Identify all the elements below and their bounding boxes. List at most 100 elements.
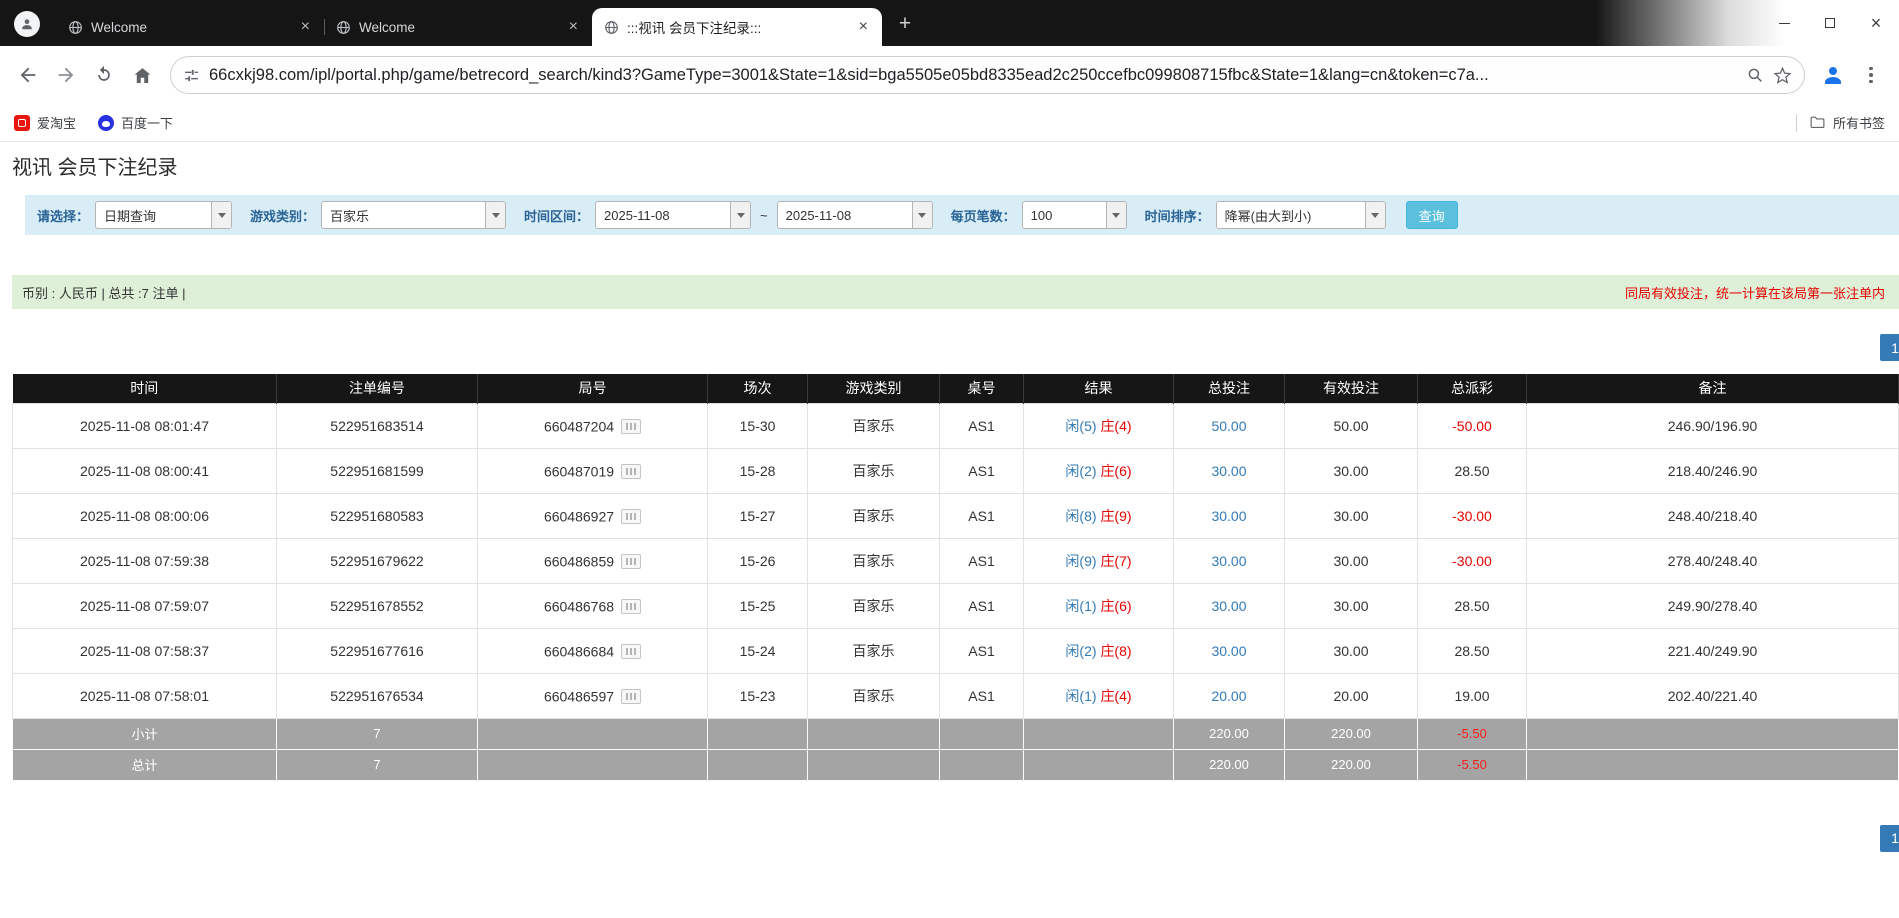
summary-cell: 7 xyxy=(277,749,478,780)
banker-result: 庄(6) xyxy=(1100,598,1131,614)
page-size-select[interactable]: 100 xyxy=(1022,201,1127,229)
forward-button[interactable] xyxy=(48,57,84,93)
player-result: 闲(5) xyxy=(1065,418,1096,434)
cell-session: 15-25 xyxy=(708,583,808,628)
cell-table-no: AS1 xyxy=(940,583,1024,628)
taobao-favicon xyxy=(14,115,30,131)
close-button[interactable]: × xyxy=(1853,0,1899,46)
summary-cell xyxy=(940,718,1024,749)
banker-result: 庄(4) xyxy=(1100,418,1131,434)
all-bookmarks-label: 所有书签 xyxy=(1833,113,1885,132)
view-cards-icon[interactable] xyxy=(621,644,641,659)
date-range-label: 时间区间： xyxy=(524,206,589,225)
query-mode-select[interactable]: 日期查询 xyxy=(95,201,232,229)
view-cards-icon[interactable] xyxy=(621,509,641,524)
site-settings-icon[interactable] xyxy=(183,67,200,84)
column-header: 总投注 xyxy=(1174,374,1285,403)
globe-favicon xyxy=(68,20,83,35)
window-controls: × xyxy=(1761,0,1899,46)
new-tab-button[interactable]: + xyxy=(890,9,920,39)
summary-cell xyxy=(478,718,708,749)
tab-close-icon[interactable]: × xyxy=(299,18,312,36)
bookmark-taobao[interactable]: 爱淘宝 xyxy=(14,113,76,132)
zoom-icon[interactable] xyxy=(1746,66,1764,84)
game-type-select[interactable]: 百家乐 xyxy=(321,201,506,229)
chevron-down-icon[interactable] xyxy=(211,202,231,228)
browser-tab-active[interactable]: :::视讯 会员下注纪录::: × xyxy=(592,8,882,46)
banker-result: 庄(7) xyxy=(1100,553,1131,569)
chevron-down-icon[interactable] xyxy=(485,202,505,228)
page-number-button[interactable]: 1 xyxy=(1880,334,1899,361)
chevron-down-icon[interactable] xyxy=(1365,202,1385,228)
cell-remark: 218.40/246.90 xyxy=(1527,448,1899,493)
tab-close-icon[interactable]: × xyxy=(567,18,580,36)
date-to-input[interactable]: 2025-11-08 xyxy=(777,201,933,229)
sort-value: 降幂(由大到小) xyxy=(1217,202,1365,228)
profile-avatar[interactable] xyxy=(14,11,40,37)
page-size-label: 每页笔数： xyxy=(951,206,1016,225)
bookmark-baidu[interactable]: 百度一下 xyxy=(98,113,173,132)
cell-game-type: 百家乐 xyxy=(808,493,940,538)
cell-bet-id: 522951680583 xyxy=(277,493,478,538)
view-cards-icon[interactable] xyxy=(621,464,641,479)
chevron-down-icon[interactable] xyxy=(912,202,932,228)
view-cards-icon[interactable] xyxy=(621,554,641,569)
cell-total-bet: 20.00 xyxy=(1174,673,1285,718)
cell-valid-bet: 30.00 xyxy=(1285,583,1418,628)
all-bookmarks-button[interactable]: 所有书签 xyxy=(1809,113,1885,132)
cell-valid-bet: 30.00 xyxy=(1285,628,1418,673)
cell-payout: -50.00 xyxy=(1418,403,1527,448)
round-id-value: 660486684 xyxy=(544,643,614,659)
browser-tab-1[interactable]: Welcome × xyxy=(56,8,324,46)
back-button[interactable] xyxy=(10,57,46,93)
cell-game-type: 百家乐 xyxy=(808,448,940,493)
cell-remark: 221.40/249.90 xyxy=(1527,628,1899,673)
summary-cell xyxy=(1024,718,1174,749)
close-icon: × xyxy=(1871,14,1882,32)
pagination-bottom: 1 xyxy=(12,825,1899,852)
cell-round-id: 660486597 xyxy=(478,673,708,718)
player-result: 闲(9) xyxy=(1065,553,1096,569)
cell-bet-id: 522951678552 xyxy=(277,583,478,628)
cell-round-id: 660487019 xyxy=(478,448,708,493)
cell-round-id: 660486859 xyxy=(478,538,708,583)
bet-record-row: 2025-11-08 07:59:38522951679622660486859… xyxy=(13,538,1899,583)
refresh-icon xyxy=(94,65,114,85)
browser-tab-2[interactable]: Welcome × xyxy=(324,8,592,46)
sort-select[interactable]: 降幂(由大到小) xyxy=(1216,201,1386,229)
menu-icon[interactable] xyxy=(1853,57,1889,93)
view-cards-icon[interactable] xyxy=(621,419,641,434)
url-text[interactable]: 66cxkj98.com/ipl/portal.php/game/betreco… xyxy=(209,66,1737,85)
column-header: 注单编号 xyxy=(277,374,478,403)
home-button[interactable] xyxy=(124,57,160,93)
maximize-icon xyxy=(1825,18,1835,28)
cell-round-id: 660486927 xyxy=(478,493,708,538)
cell-valid-bet: 50.00 xyxy=(1285,403,1418,448)
bookmark-star-icon[interactable] xyxy=(1773,66,1792,85)
cell-game-type: 百家乐 xyxy=(808,628,940,673)
cell-bet-id: 522951676534 xyxy=(277,673,478,718)
chevron-down-icon[interactable] xyxy=(730,202,750,228)
column-header: 场次 xyxy=(708,374,808,403)
search-button[interactable]: 查询 xyxy=(1406,201,1458,229)
summary-cell xyxy=(1527,718,1899,749)
cell-total-bet: 30.00 xyxy=(1174,628,1285,673)
refresh-button[interactable] xyxy=(86,57,122,93)
minimize-button[interactable] xyxy=(1761,0,1807,46)
round-id-value: 660486859 xyxy=(544,553,614,569)
player-result: 闲(2) xyxy=(1065,463,1096,479)
page-number-button[interactable]: 1 xyxy=(1880,825,1899,852)
date-from-input[interactable]: 2025-11-08 xyxy=(595,201,751,229)
view-cards-icon[interactable] xyxy=(621,599,641,614)
profile-icon[interactable] xyxy=(1815,57,1851,93)
address-bar[interactable]: 66cxkj98.com/ipl/portal.php/game/betreco… xyxy=(170,56,1805,94)
summary-cell xyxy=(940,749,1024,780)
cell-total-bet: 30.00 xyxy=(1174,448,1285,493)
view-cards-icon[interactable] xyxy=(621,689,641,704)
tab-close-icon[interactable]: × xyxy=(857,18,870,36)
summary-cell: 总计 xyxy=(13,749,277,780)
summary-cell: 220.00 xyxy=(1285,749,1418,780)
cell-session: 15-26 xyxy=(708,538,808,583)
chevron-down-icon[interactable] xyxy=(1106,202,1126,228)
maximize-button[interactable] xyxy=(1807,0,1853,46)
